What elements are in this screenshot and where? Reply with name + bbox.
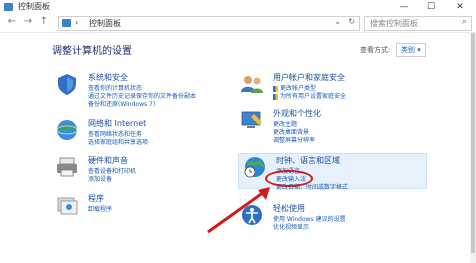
link-uninstall-program[interactable]: 卸载程序 (88, 204, 112, 213)
navigation-bar: ← → ↑ › 控制面板 ⌄ ↻ 搜索控制面板 ⌕ (0, 14, 476, 33)
network-globe-icon (56, 120, 78, 140)
link-backup-restore[interactable]: 备份和还原(Windows 7) (88, 99, 155, 108)
category-title[interactable]: 时钟、语言和区域 (276, 155, 340, 166)
shield-icon (58, 74, 76, 95)
back-button[interactable]: ← (6, 16, 18, 27)
programs-icon (57, 197, 78, 215)
title-bar: 控制面板 — ☐ ✕ (0, 0, 476, 15)
minimize-button[interactable]: — (391, 0, 417, 14)
breadcrumb[interactable]: 控制面板 (89, 18, 121, 29)
control-panel-icon (62, 19, 71, 27)
category-network-internet[interactable]: 网络和 Internet 查看网络状态和任务 选择家庭组和共享选项 (55, 118, 235, 146)
users-icon (241, 76, 263, 93)
address-dropdown-button[interactable]: ⌄ (334, 17, 341, 26)
category-user-accounts[interactable]: 用户帐户和家庭安全 更改帐户类型 为所有用户设置家庭安全 (240, 72, 430, 100)
category-title[interactable]: 用户帐户和家庭安全 (273, 72, 345, 83)
control-panel-icon (4, 3, 13, 11)
clock-globe-icon (244, 157, 265, 178)
category-title[interactable]: 外观和个性化 (273, 108, 321, 119)
annotation-arrow (207, 187, 270, 234)
close-button[interactable]: ✕ (447, 0, 473, 14)
scrollbar-thumb[interactable] (471, 33, 475, 253)
category-title[interactable]: 网络和 Internet (88, 118, 146, 129)
view-by-select[interactable]: 类别 ▾ (396, 43, 426, 57)
maximize-button[interactable]: ☐ (418, 0, 444, 14)
search-placeholder: 搜索控制面板 (370, 19, 418, 28)
category-system-security[interactable]: 系统和安全 查看你的计算机状态 通过文件历史记录保存你的文件备份副本 备份和还原… (55, 72, 235, 108)
category-title[interactable]: 硬件和声音 (88, 155, 128, 166)
category-title[interactable]: 程序 (88, 193, 104, 204)
category-appearance[interactable]: 外观和个性化 更改主题 更改桌面背景 调整屏幕分辨率 (240, 108, 430, 144)
refresh-button[interactable]: ↻ (348, 17, 355, 26)
link-screen-resolution[interactable]: 调整屏幕分辨率 (273, 135, 315, 144)
link-add-device[interactable]: 添加设备 (88, 174, 112, 183)
link-homegroup[interactable]: 选择家庭组和共享选项 (88, 137, 148, 146)
search-icon[interactable]: ⌕ (462, 17, 467, 27)
page-title: 调整计算机的设置 (52, 46, 132, 57)
search-input[interactable]: 搜索控制面板 ⌕ (364, 16, 472, 31)
forward-button[interactable]: → (22, 16, 34, 27)
uac-shield-icon (273, 93, 278, 100)
category-title[interactable]: 系统和安全 (88, 72, 128, 83)
up-button[interactable]: ↑ (38, 16, 50, 27)
appearance-icon (241, 111, 262, 128)
address-bar[interactable]: › 控制面板 ⌄ ↻ (58, 16, 360, 31)
breadcrumb-separator: › (75, 18, 79, 27)
printer-icon (57, 157, 77, 177)
view-by-label: 查看方式: (360, 46, 391, 54)
link-family-safety[interactable]: 为所有用户设置家庭安全 (273, 91, 346, 100)
window-title: 控制面板 (18, 2, 50, 11)
